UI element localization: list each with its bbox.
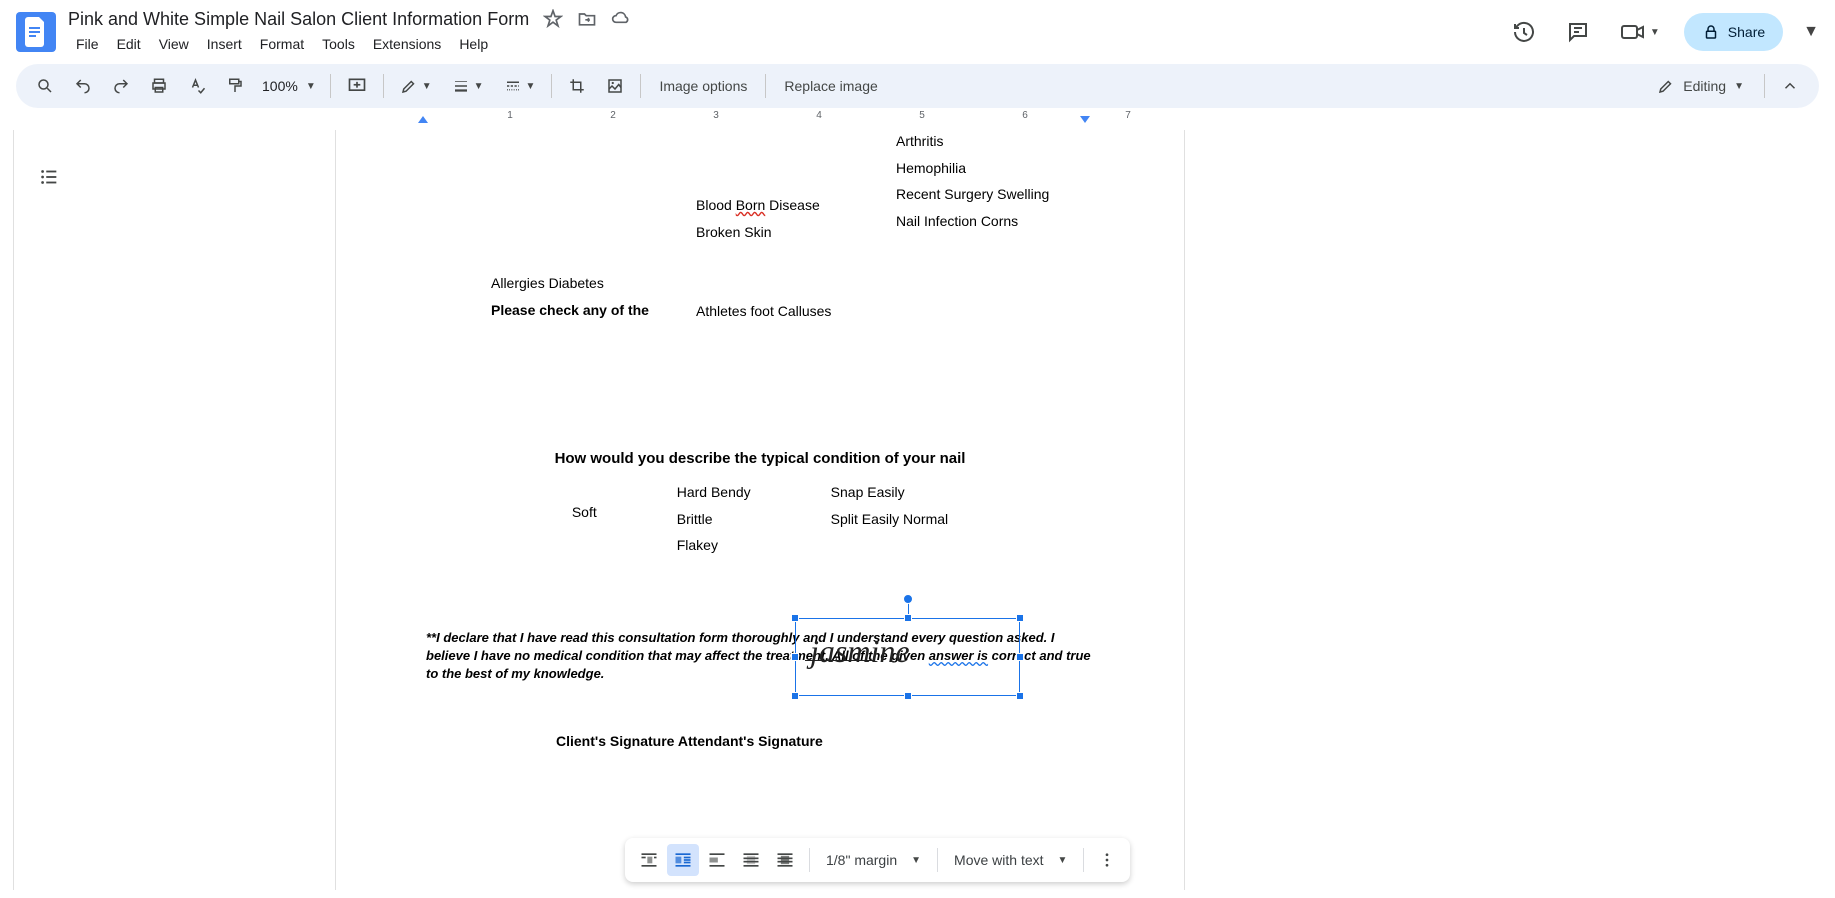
image-position-toolbar: 1/8" margin▼ Move with text▼ — [625, 838, 1130, 882]
menu-extensions[interactable]: Extensions — [365, 32, 449, 56]
resize-handle-bm[interactable] — [904, 692, 912, 700]
cloud-status-icon[interactable] — [611, 9, 631, 29]
resize-handle-bl[interactable] — [791, 692, 799, 700]
horizontal-ruler[interactable]: 1 2 3 4 5 6 7 — [340, 110, 1455, 130]
signature-image-text: jasmine — [810, 633, 910, 670]
condition-text: Arthritis Hemophilia Recent Surgery Swel… — [896, 130, 1049, 234]
menu-view[interactable]: View — [151, 32, 197, 56]
nail-condition-options: Soft Hard BendyBrittleFlakey Snap Easily… — [426, 479, 1094, 559]
condition-text: Allergies Diabetes Please check any of t… — [491, 270, 649, 323]
toolbar: 100%▼ ▼ ▼ ▼ Image options Replace image … — [16, 64, 1819, 108]
history-icon[interactable] — [1506, 14, 1542, 50]
share-dropdown-icon[interactable]: ▼ — [1803, 23, 1819, 41]
meet-icon[interactable]: ▼ — [1614, 14, 1666, 50]
selected-image[interactable]: jasmine — [795, 618, 1020, 696]
collapse-toolbar-icon[interactable] — [1773, 71, 1807, 101]
position-select[interactable]: Move with text▼ — [946, 848, 1075, 872]
outline-toggle-icon[interactable] — [30, 158, 68, 196]
document-page[interactable]: Arthritis Hemophilia Recent Surgery Swel… — [335, 130, 1185, 890]
separator — [551, 74, 552, 98]
add-comment-icon[interactable] — [339, 70, 375, 102]
move-folder-icon[interactable] — [577, 9, 597, 29]
border-weight-icon[interactable]: ▼ — [444, 71, 492, 101]
chevron-down-icon: ▼ — [1734, 81, 1744, 92]
mask-image-icon[interactable] — [598, 71, 632, 101]
menu-help[interactable]: Help — [451, 32, 496, 56]
resize-handle-tl[interactable] — [791, 614, 799, 622]
menu-file[interactable]: File — [68, 32, 107, 56]
resize-handle-mr[interactable] — [1016, 653, 1024, 661]
chevron-down-icon: ▼ — [1650, 27, 1660, 38]
border-dash-icon[interactable]: ▼ — [496, 71, 544, 101]
search-icon[interactable] — [28, 71, 62, 101]
menu-format[interactable]: Format — [252, 32, 312, 56]
signature-labels: Client's Signature Attendant's Signature — [556, 733, 823, 749]
spellcheck-icon[interactable] — [180, 71, 214, 101]
front-text-icon[interactable] — [769, 844, 801, 876]
share-button[interactable]: Share — [1684, 13, 1783, 51]
menu-edit[interactable]: Edit — [109, 32, 149, 56]
wrap-text-icon[interactable] — [667, 844, 699, 876]
inline-wrap-icon[interactable] — [633, 844, 665, 876]
replace-image-button[interactable]: Replace image — [774, 72, 887, 100]
editing-mode-button[interactable]: Editing ▼ — [1645, 71, 1756, 101]
right-indent-marker[interactable] — [1080, 116, 1090, 123]
separator — [1764, 74, 1765, 98]
margin-select[interactable]: 1/8" margin▼ — [818, 848, 929, 872]
separator — [330, 74, 331, 98]
separator — [640, 74, 641, 98]
vertical-ruler[interactable] — [0, 130, 14, 890]
break-text-icon[interactable] — [701, 844, 733, 876]
document-title[interactable]: Pink and White Simple Nail Salon Client … — [68, 9, 529, 30]
separator — [1083, 848, 1084, 872]
resize-handle-tr[interactable] — [1016, 614, 1024, 622]
resize-handle-br[interactable] — [1016, 692, 1024, 700]
condition-text: Blood Born Disease Broken Skin — [696, 192, 820, 245]
crop-icon[interactable] — [560, 71, 594, 101]
rotate-handle[interactable] — [903, 594, 913, 604]
star-icon[interactable] — [543, 9, 563, 29]
comments-icon[interactable] — [1560, 14, 1596, 50]
separator — [937, 848, 938, 872]
left-indent-marker[interactable] — [418, 116, 428, 123]
question-heading: How would you describe the typical condi… — [426, 450, 1094, 467]
resize-handle-ml[interactable] — [791, 653, 799, 661]
undo-icon[interactable] — [66, 71, 100, 101]
pencil-icon — [1657, 77, 1675, 95]
print-icon[interactable] — [142, 71, 176, 101]
docs-app-icon[interactable] — [16, 12, 56, 52]
more-options-icon[interactable] — [1092, 845, 1122, 875]
separator — [809, 848, 810, 872]
border-color-icon[interactable]: ▼ — [392, 71, 440, 101]
redo-icon[interactable] — [104, 71, 138, 101]
behind-text-icon[interactable] — [735, 844, 767, 876]
condition-text: Athletes foot Calluses — [696, 298, 831, 325]
menu-tools[interactable]: Tools — [314, 32, 363, 56]
separator — [765, 74, 766, 98]
share-label: Share — [1728, 24, 1765, 40]
lock-icon — [1702, 23, 1720, 41]
image-options-button[interactable]: Image options — [649, 72, 757, 100]
menu-insert[interactable]: Insert — [199, 32, 250, 56]
zoom-select[interactable]: 100%▼ — [256, 78, 322, 94]
separator — [383, 74, 384, 98]
resize-handle-tm[interactable] — [904, 614, 912, 622]
paint-format-icon[interactable] — [218, 71, 252, 101]
